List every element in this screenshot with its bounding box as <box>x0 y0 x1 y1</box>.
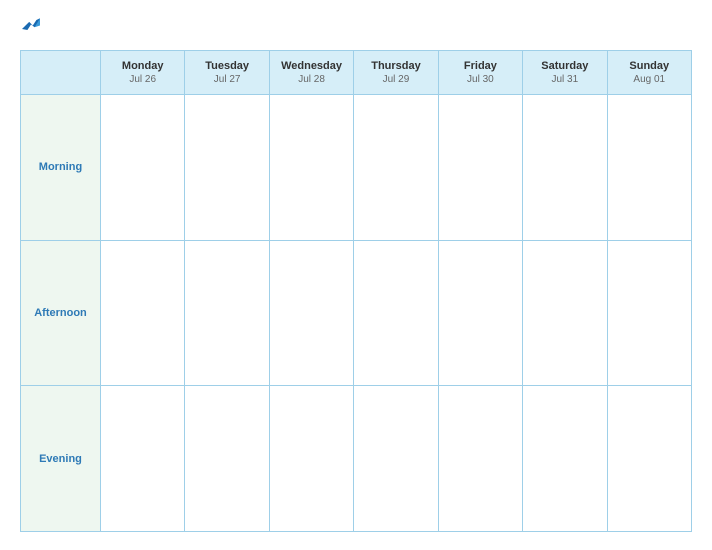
table-header-col-3: ThursdayJul 29 <box>354 51 438 95</box>
cell-morning-monday[interactable] <box>101 95 185 241</box>
table-header-col-1: TuesdayJul 27 <box>185 51 269 95</box>
cell-afternoon-friday[interactable] <box>438 240 522 386</box>
table-header-col-5: SaturdayJul 31 <box>523 51 607 95</box>
table-header-col-0: MondayJul 26 <box>101 51 185 95</box>
table-header-col-4: FridayJul 30 <box>438 51 522 95</box>
cell-morning-wednesday[interactable] <box>269 95 353 241</box>
table-row: Evening <box>21 386 692 532</box>
planner-table: MondayJul 26TuesdayJul 27WednesdayJul 28… <box>20 50 692 532</box>
cell-evening-wednesday[interactable] <box>269 386 353 532</box>
cell-afternoon-tuesday[interactable] <box>185 240 269 386</box>
table-header-label <box>21 51 101 95</box>
row-label-afternoon: Afternoon <box>21 240 101 386</box>
cell-evening-sunday[interactable] <box>607 386 691 532</box>
cell-afternoon-monday[interactable] <box>101 240 185 386</box>
cell-afternoon-wednesday[interactable] <box>269 240 353 386</box>
logo-blue-text <box>20 18 40 32</box>
cell-afternoon-sunday[interactable] <box>607 240 691 386</box>
logo <box>20 18 40 32</box>
table-row: Afternoon <box>21 240 692 386</box>
cell-afternoon-saturday[interactable] <box>523 240 607 386</box>
row-label-evening: Evening <box>21 386 101 532</box>
cell-morning-sunday[interactable] <box>607 95 691 241</box>
cell-afternoon-thursday[interactable] <box>354 240 438 386</box>
cell-evening-saturday[interactable] <box>523 386 607 532</box>
logo-bird-icon <box>22 18 40 32</box>
table-header-col-2: WednesdayJul 28 <box>269 51 353 95</box>
cell-morning-saturday[interactable] <box>523 95 607 241</box>
table-body: MorningAfternoonEvening <box>21 95 692 532</box>
cell-evening-friday[interactable] <box>438 386 522 532</box>
table-row: Morning <box>21 95 692 241</box>
cell-evening-thursday[interactable] <box>354 386 438 532</box>
page-header <box>20 18 692 36</box>
cell-morning-tuesday[interactable] <box>185 95 269 241</box>
cell-morning-friday[interactable] <box>438 95 522 241</box>
row-label-morning: Morning <box>21 95 101 241</box>
table-header-col-6: SundayAug 01 <box>607 51 691 95</box>
cell-evening-tuesday[interactable] <box>185 386 269 532</box>
cell-morning-thursday[interactable] <box>354 95 438 241</box>
table-header: MondayJul 26TuesdayJul 27WednesdayJul 28… <box>21 51 692 95</box>
cell-evening-monday[interactable] <box>101 386 185 532</box>
